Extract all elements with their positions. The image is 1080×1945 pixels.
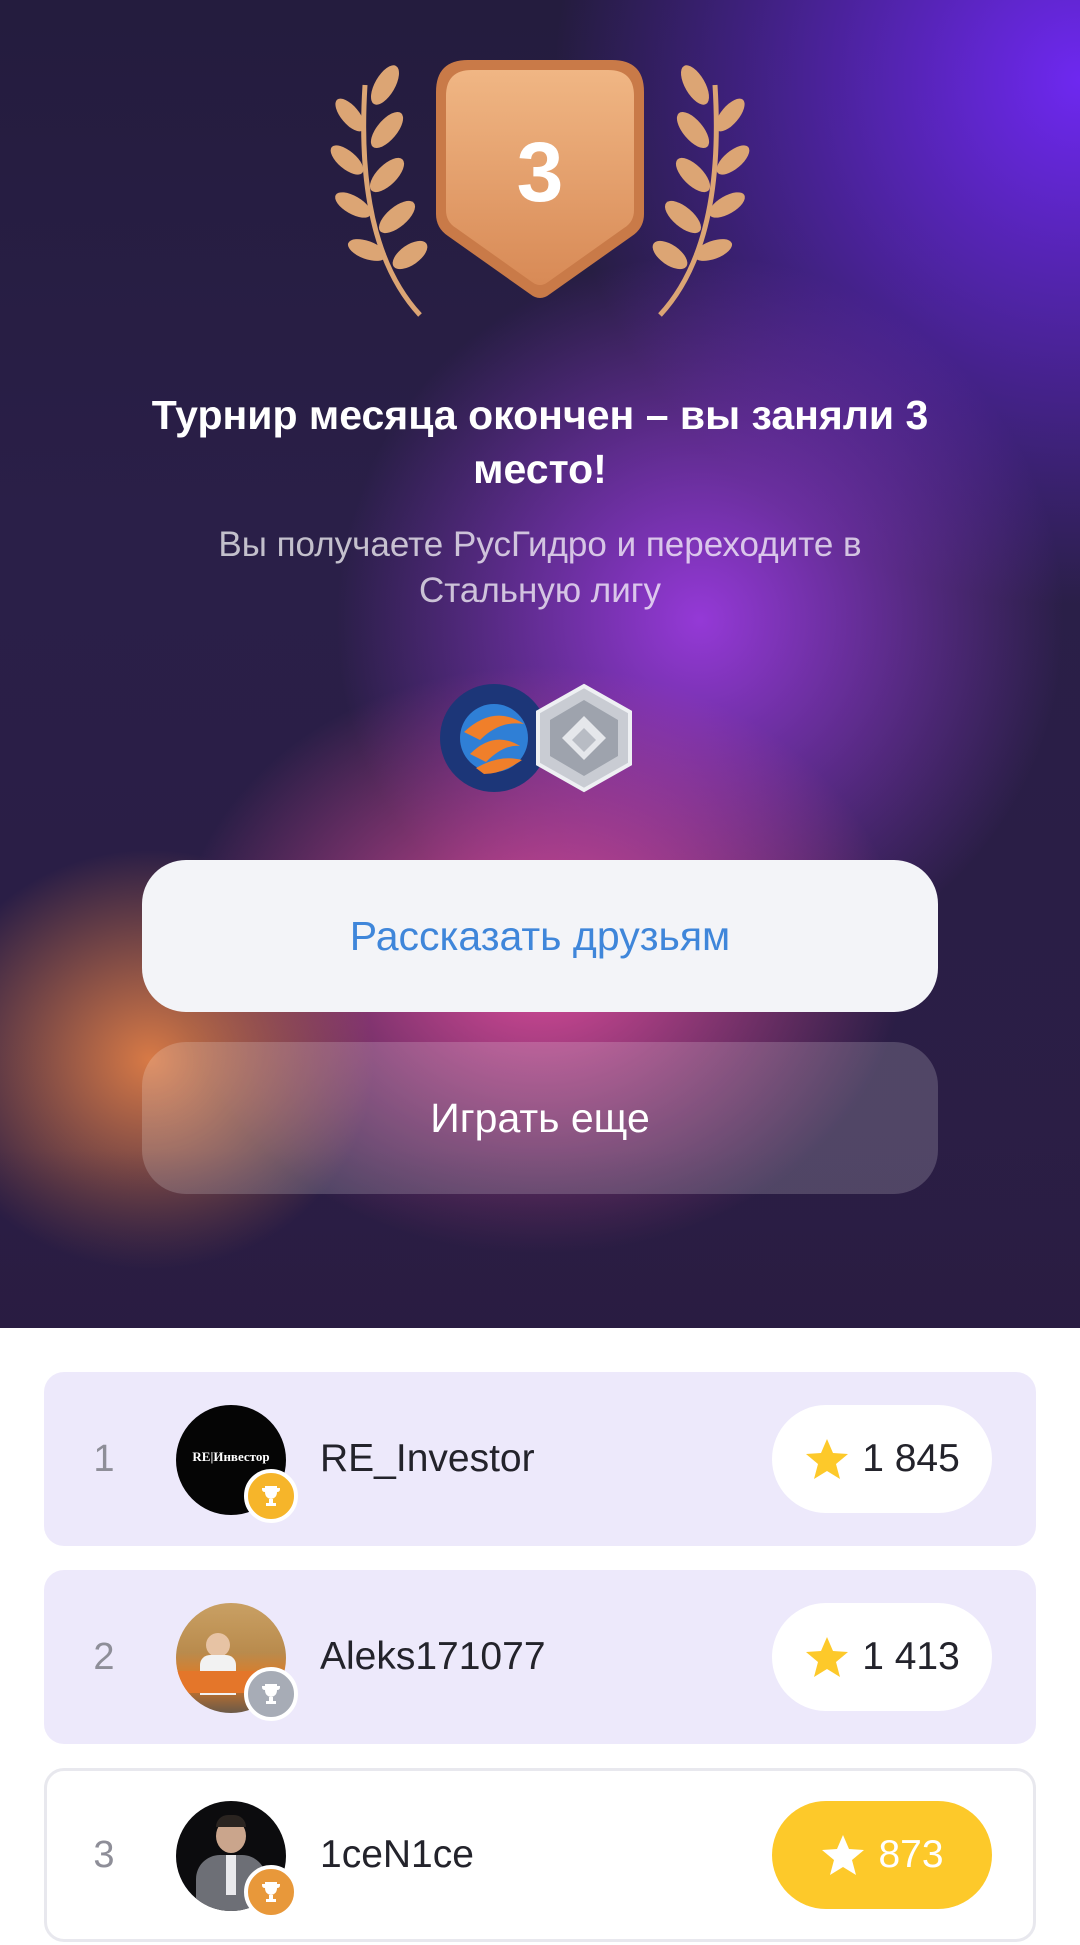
player-name: 1ceN1ce [320, 1833, 474, 1876]
result-title: Турнир месяца окончен – вы заняли 3 мест… [151, 392, 929, 492]
score-pill: 873 [772, 1801, 992, 1909]
laurel-right-icon [652, 65, 750, 317]
rank-number: 2 [93, 1635, 115, 1678]
rank-number: 3 [93, 1833, 115, 1876]
share-with-friends-button[interactable]: Рассказать друзьям [142, 860, 938, 1012]
laurel-left-icon [330, 65, 428, 317]
leaderboard-row-current-user[interactable]: 3 1ceN1ce 873 [44, 1768, 1036, 1942]
trophy-gold-icon [244, 1469, 298, 1523]
score-pill: 1 845 [772, 1405, 992, 1513]
rewards-group [440, 682, 640, 794]
trophy-bronze-icon [244, 1865, 298, 1919]
place-trophy: 3 [320, 40, 760, 330]
avatar-logo-text: RE|Инвестор [192, 1449, 270, 1464]
star-icon [806, 1439, 849, 1479]
play-again-button[interactable]: Играть еще [142, 1042, 938, 1194]
trophy-silver-icon [244, 1667, 298, 1721]
steel-league-icon [536, 683, 632, 793]
leaderboard-row[interactable]: 2 Aleks171077 1 413 [44, 1570, 1036, 1744]
score-value: 1 413 [862, 1635, 960, 1678]
result-subtitle: Вы получаете РусГидро и переходите в Ста… [218, 525, 862, 610]
result-hero: 3 Турнир месяца окончен – вы заняли 3 ме… [0, 0, 1080, 1328]
player-name: Aleks171077 [320, 1635, 546, 1678]
star-icon [822, 1835, 865, 1875]
score-value: 1 845 [862, 1437, 960, 1480]
player-name: RE_Investor [320, 1437, 535, 1480]
score-pill: 1 413 [772, 1603, 992, 1711]
rank-number: 1 [93, 1437, 115, 1480]
score-value: 873 [878, 1833, 944, 1876]
place-number: 3 [516, 125, 564, 219]
leaderboard-row[interactable]: 1 RE|Инвестор RE_Investor 1 845 [44, 1372, 1036, 1546]
leaderboard: 1 RE|Инвестор RE_Investor 1 845 2 Aleks1… [0, 1328, 1080, 1945]
star-icon [806, 1637, 849, 1677]
